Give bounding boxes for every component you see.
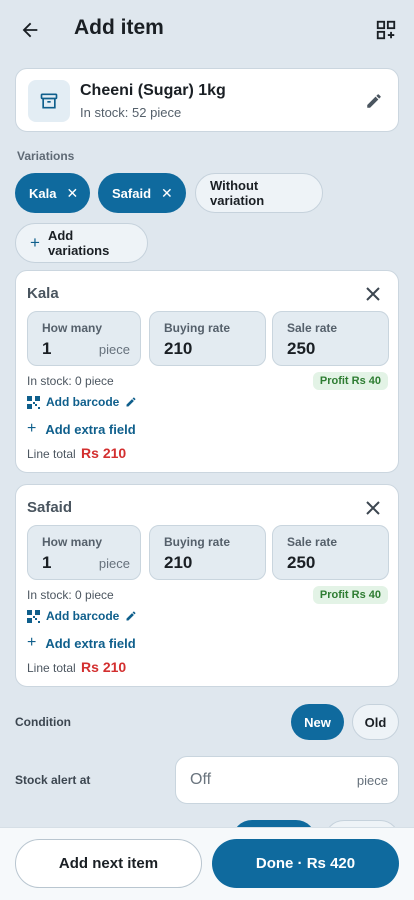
back-button[interactable] (14, 14, 46, 46)
quantity-value: 1 (42, 339, 52, 358)
chip-without-variation[interactable]: Without variation (195, 173, 323, 213)
line-total: Line total Rs 210 (27, 445, 126, 461)
line-total-label: Line total (27, 661, 76, 675)
add-extra-field-label: Add extra field (45, 421, 136, 437)
line-total-label: Line total (27, 447, 76, 461)
variations-label: Variations (17, 149, 75, 163)
buying-rate-label: Buying rate (164, 535, 231, 549)
close-icon[interactable] (362, 497, 384, 519)
stock-alert-label: Stock alert at (15, 773, 91, 787)
variant-card-kala: Kala How many 1 piece Buying rate 210 Sa… (15, 270, 399, 473)
add-barcode-button[interactable]: Add barcode (27, 609, 137, 623)
variant-name: Safaid (27, 499, 73, 516)
quantity-label: How many (42, 321, 103, 335)
sale-rate-value: 250 (287, 553, 316, 572)
product-name: Cheeni (Sugar) 1kg (80, 82, 226, 99)
plus-icon: + (27, 420, 37, 437)
quantity-label: How many (42, 535, 103, 549)
sale-rate-field[interactable]: Sale rate 250 (272, 525, 389, 580)
buying-rate-value: 210 (164, 553, 193, 572)
buying-rate-field[interactable]: Buying rate 210 (149, 311, 266, 366)
edit-product-button[interactable] (362, 89, 386, 113)
page-title: Add item (74, 16, 164, 39)
line-total: Line total Rs 210 (27, 659, 126, 675)
add-barcode-label: Add barcode (46, 609, 120, 623)
condition-old-button[interactable]: Old (352, 704, 399, 740)
add-extra-field-label: Add extra field (45, 635, 136, 651)
add-extra-field-button[interactable]: + Add extra field (27, 420, 136, 438)
pencil-icon (126, 397, 136, 407)
scan-add-button[interactable] (370, 14, 402, 46)
sale-rate-value: 250 (287, 339, 316, 358)
qr-add-icon (376, 20, 396, 40)
bottom-action-bar: Add next item Done · Rs 420 (0, 827, 414, 900)
remove-kala-icon[interactable]: ✕ (66, 185, 78, 202)
variant-stock: In stock: 0 piece (27, 588, 114, 602)
line-total-amount: Rs 210 (81, 445, 127, 461)
chip-label: Kala (29, 185, 57, 201)
add-barcode-label: Add barcode (46, 395, 120, 409)
quantity-unit: piece (98, 556, 130, 571)
chip-label: Without variation (210, 178, 265, 208)
plus-icon: + (30, 233, 40, 252)
buying-rate-field[interactable]: Buying rate 210 (149, 525, 266, 580)
close-icon[interactable] (362, 283, 384, 305)
sale-rate-label: Sale rate (287, 535, 338, 549)
add-barcode-button[interactable]: Add barcode (27, 395, 137, 409)
line-total-amount: Rs 210 (81, 659, 127, 675)
stock-alert-value: Off (190, 771, 212, 788)
remove-safaid-icon[interactable]: ✕ (161, 185, 173, 202)
quantity-field[interactable]: How many 1 piece (27, 525, 141, 580)
quantity-field[interactable]: How many 1 piece (27, 311, 141, 366)
add-extra-field-button[interactable]: + Add extra field (27, 634, 136, 652)
chip-safaid[interactable]: Safaid ✕ (98, 173, 186, 213)
product-stock: In stock: 52 piece (80, 105, 182, 120)
variant-card-safaid: Safaid How many 1 piece Buying rate 210 … (15, 484, 399, 687)
stock-alert-unit: piece (356, 773, 388, 788)
profit-badge: Profit Rs 40 (312, 372, 388, 390)
pencil-icon (367, 94, 381, 108)
done-button[interactable]: Done · Rs 420 (212, 839, 399, 888)
app-header: Add item (0, 0, 414, 60)
sale-rate-field[interactable]: Sale rate 250 (272, 311, 389, 366)
condition-label: Condition (15, 715, 71, 729)
product-card: Cheeni (Sugar) 1kg In stock: 52 piece (15, 68, 399, 132)
profit-badge: Profit Rs 40 (312, 586, 388, 604)
qr-code-icon (27, 395, 40, 409)
stock-alert-input[interactable]: Off piece (175, 756, 399, 804)
pencil-icon (126, 611, 136, 621)
buying-rate-label: Buying rate (164, 321, 231, 335)
qr-code-icon (27, 609, 40, 623)
add-variations-label: Add variations (47, 228, 110, 258)
archive-box-icon (28, 80, 70, 122)
chip-kala[interactable]: Kala ✕ (15, 173, 90, 213)
add-variations-button[interactable]: + Add variations (15, 223, 148, 263)
quantity-unit: piece (98, 342, 130, 357)
add-next-item-button[interactable]: Add next item (15, 839, 202, 888)
chip-label: Safaid (112, 185, 152, 201)
variant-stock: In stock: 0 piece (27, 374, 114, 388)
variant-name: Kala (27, 285, 59, 302)
condition-new-button[interactable]: New (291, 704, 344, 740)
sale-rate-label: Sale rate (287, 321, 338, 335)
buying-rate-value: 210 (164, 339, 193, 358)
plus-icon: + (27, 634, 37, 651)
arrow-left-icon (22, 22, 38, 38)
quantity-value: 1 (42, 553, 52, 572)
